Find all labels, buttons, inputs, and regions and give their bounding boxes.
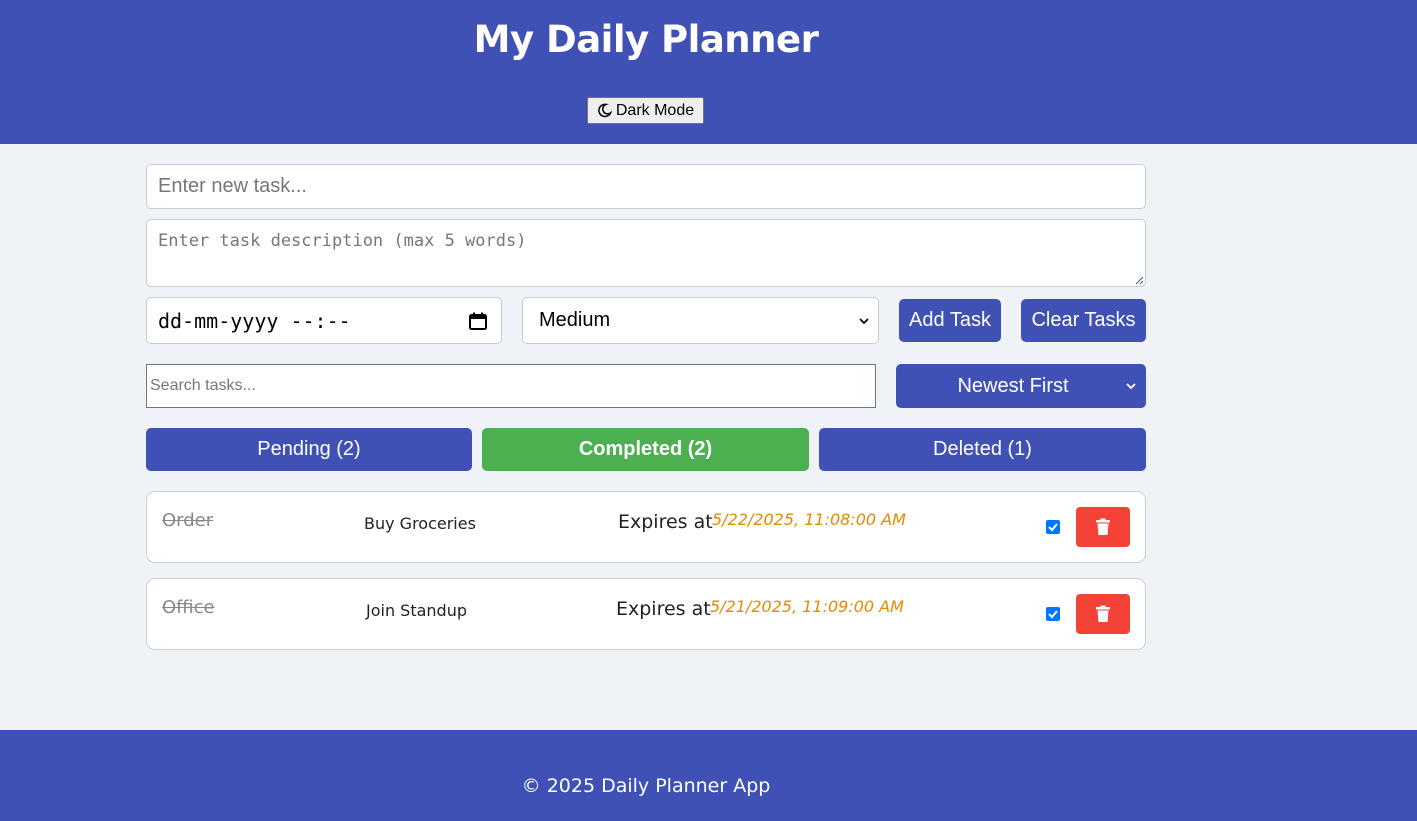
task-title: Office bbox=[162, 597, 215, 618]
search-input[interactable]: Search tasks... bbox=[146, 364, 876, 408]
chevron-down-icon bbox=[1126, 383, 1136, 390]
page-title: My Daily Planner bbox=[473, 18, 819, 61]
priority-select[interactable]: Medium bbox=[522, 297, 879, 344]
expires-date: 5/22/2025, 11:08:00 AM bbox=[712, 510, 906, 529]
task-description: Buy Groceries bbox=[364, 514, 476, 533]
task-description: Join Standup bbox=[366, 601, 468, 620]
checkmark-icon bbox=[1048, 523, 1058, 532]
sort-selected-value: Newest First bbox=[957, 374, 1069, 397]
checkmark-icon bbox=[1048, 610, 1058, 619]
description-placeholder: Enter task description (max 5 words) bbox=[158, 231, 527, 251]
description-textarea[interactable]: Enter task description (max 5 words) bbox=[146, 219, 1146, 287]
search-placeholder: Search tasks... bbox=[150, 377, 256, 394]
datetime-placeholder: dd-mm-yyyy --:-- bbox=[158, 308, 351, 333]
sort-select[interactable]: Newest First bbox=[896, 364, 1146, 408]
dark-mode-button[interactable]: Dark Mode bbox=[587, 97, 704, 124]
trash-icon bbox=[1096, 518, 1110, 535]
calendar-icon[interactable] bbox=[468, 311, 488, 331]
task-card: Order Buy Groceries Expires at 5/22/2025… bbox=[146, 491, 1146, 563]
app-header: My Daily Planner Dark Mode bbox=[0, 0, 1417, 144]
resize-grip-icon[interactable] bbox=[1134, 275, 1144, 285]
delete-task-button[interactable] bbox=[1076, 594, 1130, 634]
priority-selected-value: Medium bbox=[539, 309, 611, 331]
footer-copyright: © 2025 Daily Planner App bbox=[521, 775, 771, 797]
dark-mode-label: Dark Mode bbox=[615, 101, 695, 119]
trash-icon bbox=[1096, 605, 1110, 622]
app-footer: © 2025 Daily Planner App bbox=[0, 730, 1417, 821]
tab-completed[interactable]: Completed (2) bbox=[482, 428, 809, 471]
task-input[interactable]: Enter new task... bbox=[146, 164, 1146, 209]
clear-tasks-button[interactable]: Clear Tasks bbox=[1021, 299, 1146, 342]
expires-label: Expires at bbox=[618, 511, 713, 533]
chevron-down-icon bbox=[859, 318, 869, 325]
moon-icon bbox=[598, 103, 612, 118]
task-complete-checkbox[interactable] bbox=[1046, 520, 1060, 534]
add-task-button[interactable]: Add Task bbox=[899, 299, 1001, 342]
tab-deleted[interactable]: Deleted (1) bbox=[819, 428, 1146, 471]
expires-label: Expires at bbox=[616, 598, 711, 620]
task-card: Office Join Standup Expires at 5/21/2025… bbox=[146, 578, 1146, 650]
task-complete-checkbox[interactable] bbox=[1046, 607, 1060, 621]
tab-pending[interactable]: Pending (2) bbox=[146, 428, 472, 471]
task-title: Order bbox=[162, 510, 214, 531]
task-input-placeholder: Enter new task... bbox=[158, 175, 307, 197]
delete-task-button[interactable] bbox=[1076, 507, 1130, 547]
datetime-input[interactable]: dd-mm-yyyy --:-- bbox=[146, 297, 502, 344]
expires-date: 5/21/2025, 11:09:00 AM bbox=[710, 597, 904, 616]
